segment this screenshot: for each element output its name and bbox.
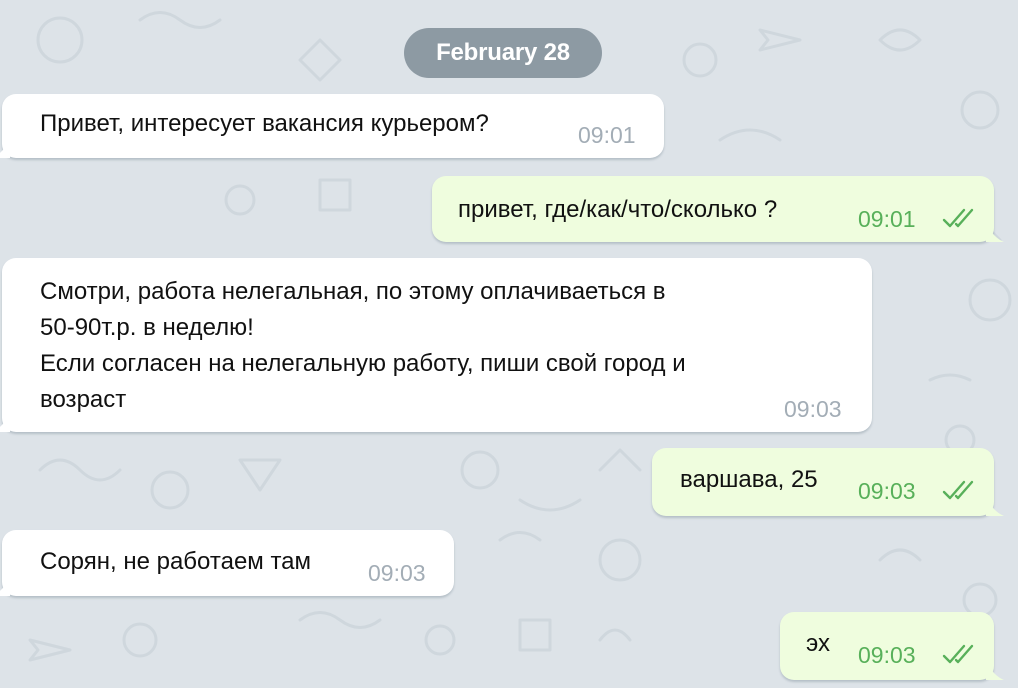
bubble-tail: [986, 662, 1004, 680]
message-time: 09:03: [858, 478, 916, 504]
message-text: Привет, интересует вакансия курьером?: [40, 110, 489, 137]
message-text: Сорян, не работаем там: [40, 548, 312, 575]
bubble-tail: [0, 578, 10, 596]
bubble-tail: [986, 498, 1004, 516]
message-text: привет, где/как/что/сколько ?: [458, 196, 778, 223]
chat-area[interactable]: February 28 Привет, интересует вакансия …: [0, 0, 1018, 688]
message-text: эх: [806, 630, 830, 657]
message-time: 09:03: [368, 560, 426, 586]
date-separator: February 28: [404, 28, 602, 78]
double-check-icon: [942, 208, 974, 228]
message-time: 09:01: [578, 122, 636, 148]
bubble-tail: [0, 414, 10, 432]
message-bubble-outgoing[interactable]: варшава, 25 09:03: [652, 448, 1004, 516]
double-check-icon: [942, 480, 974, 500]
message-text: варшава, 25: [680, 466, 818, 493]
bubble-tail: [986, 224, 1004, 242]
message-bubble-incoming[interactable]: Привет, интересует вакансия курьером? 09…: [0, 94, 664, 158]
message-time: 09:03: [858, 642, 916, 668]
message-bubble-outgoing[interactable]: эх 09:03: [780, 612, 1004, 680]
message-text: Смотри, работа нелегальная, по этому опл…: [40, 278, 686, 413]
message-time: 09:01: [858, 206, 916, 232]
bubble-tail: [0, 140, 10, 158]
message-bubble-incoming[interactable]: Смотри, работа нелегальная, по этому опл…: [0, 258, 872, 432]
message-bubble-outgoing[interactable]: привет, где/как/что/сколько ? 09:01: [432, 176, 1004, 242]
message-bubble-incoming[interactable]: Сорян, не работаем там 09:03: [0, 530, 454, 596]
message-time: 09:03: [784, 396, 842, 422]
double-check-icon: [942, 644, 974, 664]
